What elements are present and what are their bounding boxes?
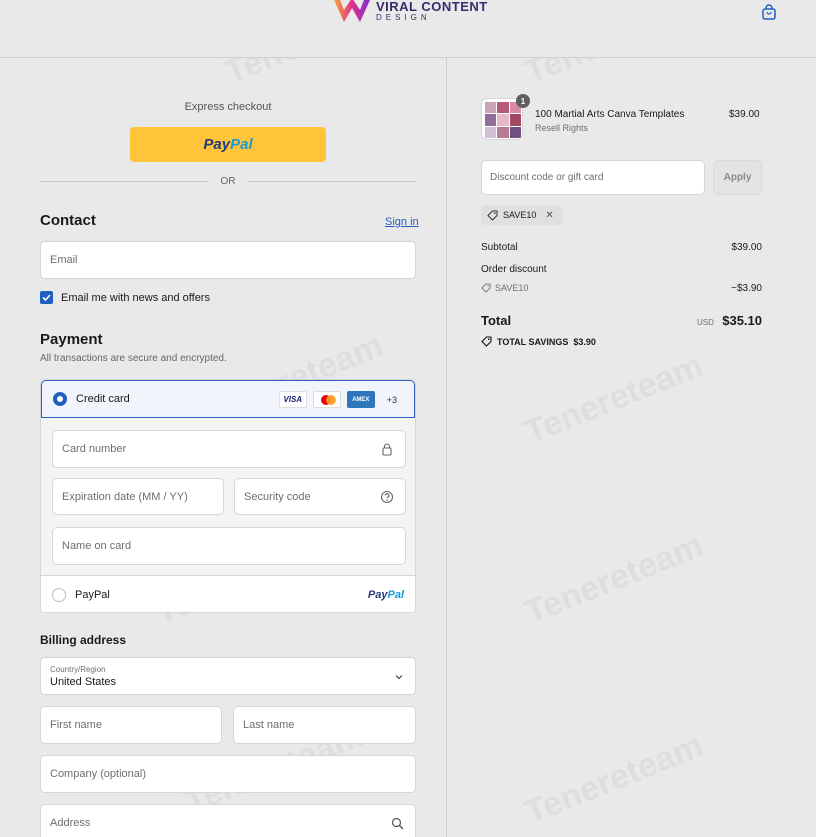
chevron-down-icon — [395, 675, 403, 680]
more-brands-count: +3 — [386, 394, 397, 405]
mastercard-icon — [312, 391, 341, 408]
total-savings: TOTAL SAVINGS $3.90 — [481, 336, 596, 347]
paypal-express-button[interactable]: Pay Pal — [130, 127, 326, 162]
credit-card-option[interactable]: Credit card VISA AMEX +3 — [41, 380, 415, 418]
order-discount-code-text: SAVE10 — [495, 283, 529, 293]
name-on-card-field[interactable]: Name on card — [52, 527, 406, 565]
or-divider: OR — [40, 176, 416, 187]
email-field[interactable]: Email — [40, 241, 416, 279]
first-name-field[interactable]: First name — [40, 706, 222, 744]
quantity-badge: 1 — [516, 94, 530, 108]
product-variant: Resell Rights — [535, 123, 589, 133]
card-brand-logos: VISA AMEX +3 — [278, 391, 397, 408]
total-label: Total — [481, 313, 512, 328]
last-name-field[interactable]: Last name — [233, 706, 416, 744]
paypal-radio[interactable] — [52, 587, 66, 602]
credit-card-radio[interactable] — [53, 392, 67, 406]
applied-discount-chip: SAVE10 ✕ — [481, 205, 562, 225]
newsletter-option[interactable]: Email me with news and offers — [40, 291, 210, 304]
brand-logo-icon — [334, 0, 370, 22]
newsletter-checkbox[interactable] — [40, 291, 53, 304]
tag-icon — [481, 336, 492, 347]
security-code-field[interactable]: Security code — [234, 478, 406, 515]
brand-title: VIRAL CONTENT — [376, 0, 488, 14]
total-value: $35.10 — [722, 313, 762, 328]
paypal-label: PayPal — [75, 588, 110, 601]
brand-subtitle: DESIGN — [376, 13, 431, 22]
billing-heading: Billing address — [40, 633, 127, 647]
or-text: OR — [220, 176, 236, 187]
applied-code: SAVE10 — [503, 210, 537, 220]
company-field[interactable]: Company (optional) — [40, 755, 416, 793]
paypal-logo-pal: Pal — [387, 589, 404, 601]
amex-icon: AMEX — [346, 391, 375, 408]
country-select[interactable]: Country/Region United States — [40, 657, 416, 695]
product-name: 100 Martial Arts Canva Templates — [535, 109, 685, 120]
payment-heading: Payment — [40, 331, 103, 348]
shopping-bag-icon[interactable] — [761, 4, 777, 20]
discount-code-input[interactable]: Discount code or gift card — [481, 160, 705, 195]
payment-methods: Credit card VISA AMEX +3 Card number Exp… — [40, 379, 416, 613]
order-discount-value: −$3.90 — [731, 283, 762, 294]
country-value: United States — [50, 676, 117, 688]
column-divider — [446, 58, 447, 837]
help-icon[interactable] — [380, 490, 394, 504]
contact-heading: Contact — [40, 212, 96, 229]
order-discount-code: SAVE10 — [481, 283, 528, 293]
newsletter-label: Email me with news and offers — [61, 291, 210, 304]
paypal-logo: PayPal — [368, 589, 404, 601]
country-label: Country/Region — [50, 665, 106, 674]
paypal-logo-pay: Pay — [203, 136, 231, 153]
subtotal-value: $39.00 — [731, 242, 762, 253]
paypal-logo-pay: Pay — [367, 589, 388, 601]
expiration-date-field[interactable]: Expiration date (MM / YY) — [52, 478, 224, 515]
card-number-field[interactable]: Card number — [52, 430, 406, 468]
apply-button[interactable]: Apply — [713, 160, 762, 195]
discount-placeholder: Discount code or gift card — [490, 172, 604, 183]
first-name-placeholder: First name — [50, 719, 102, 731]
total-savings-value: $3.90 — [573, 336, 596, 347]
sign-in-link[interactable]: Sign in — [385, 216, 419, 228]
lock-icon — [382, 443, 392, 456]
credit-card-label: Credit card — [76, 393, 130, 405]
visa-icon: VISA — [278, 391, 307, 408]
express-checkout-label: Express checkout — [184, 101, 272, 113]
payment-subtitle: All transactions are secure and encrypte… — [40, 353, 227, 364]
expiration-placeholder: Expiration date (MM / YY) — [62, 490, 188, 503]
card-number-placeholder: Card number — [62, 443, 127, 455]
security-code-placeholder: Security code — [244, 490, 311, 503]
name-on-card-placeholder: Name on card — [62, 540, 132, 552]
checkmark-icon — [42, 294, 51, 302]
remove-code-icon[interactable]: ✕ — [545, 210, 553, 221]
tag-icon — [487, 210, 498, 221]
last-name-placeholder: Last name — [243, 719, 295, 731]
paypal-logo-pal: Pal — [230, 136, 253, 153]
tag-icon — [481, 283, 491, 293]
total-currency: USD — [697, 318, 714, 327]
search-icon — [391, 817, 404, 830]
company-placeholder: Company (optional) — [50, 768, 146, 780]
brand-logo[interactable]: VIRAL CONTENT DESIGN — [332, 0, 488, 24]
address-placeholder: Address — [50, 817, 91, 829]
header: VIRAL CONTENT DESIGN — [0, 0, 816, 58]
watermark: Tenereteam — [520, 726, 709, 833]
paypal-option[interactable]: PayPal PayPal — [41, 575, 415, 612]
email-placeholder: Email — [50, 254, 78, 266]
order-discount-label: Order discount — [481, 264, 547, 275]
address-field[interactable]: Address — [40, 804, 416, 837]
subtotal-label: Subtotal — [481, 242, 518, 253]
watermark: Tenereteam — [520, 346, 709, 453]
total-savings-label: TOTAL SAVINGS — [497, 336, 569, 347]
product-price: $39.00 — [729, 109, 760, 120]
watermark: Tenereteam — [520, 526, 709, 633]
